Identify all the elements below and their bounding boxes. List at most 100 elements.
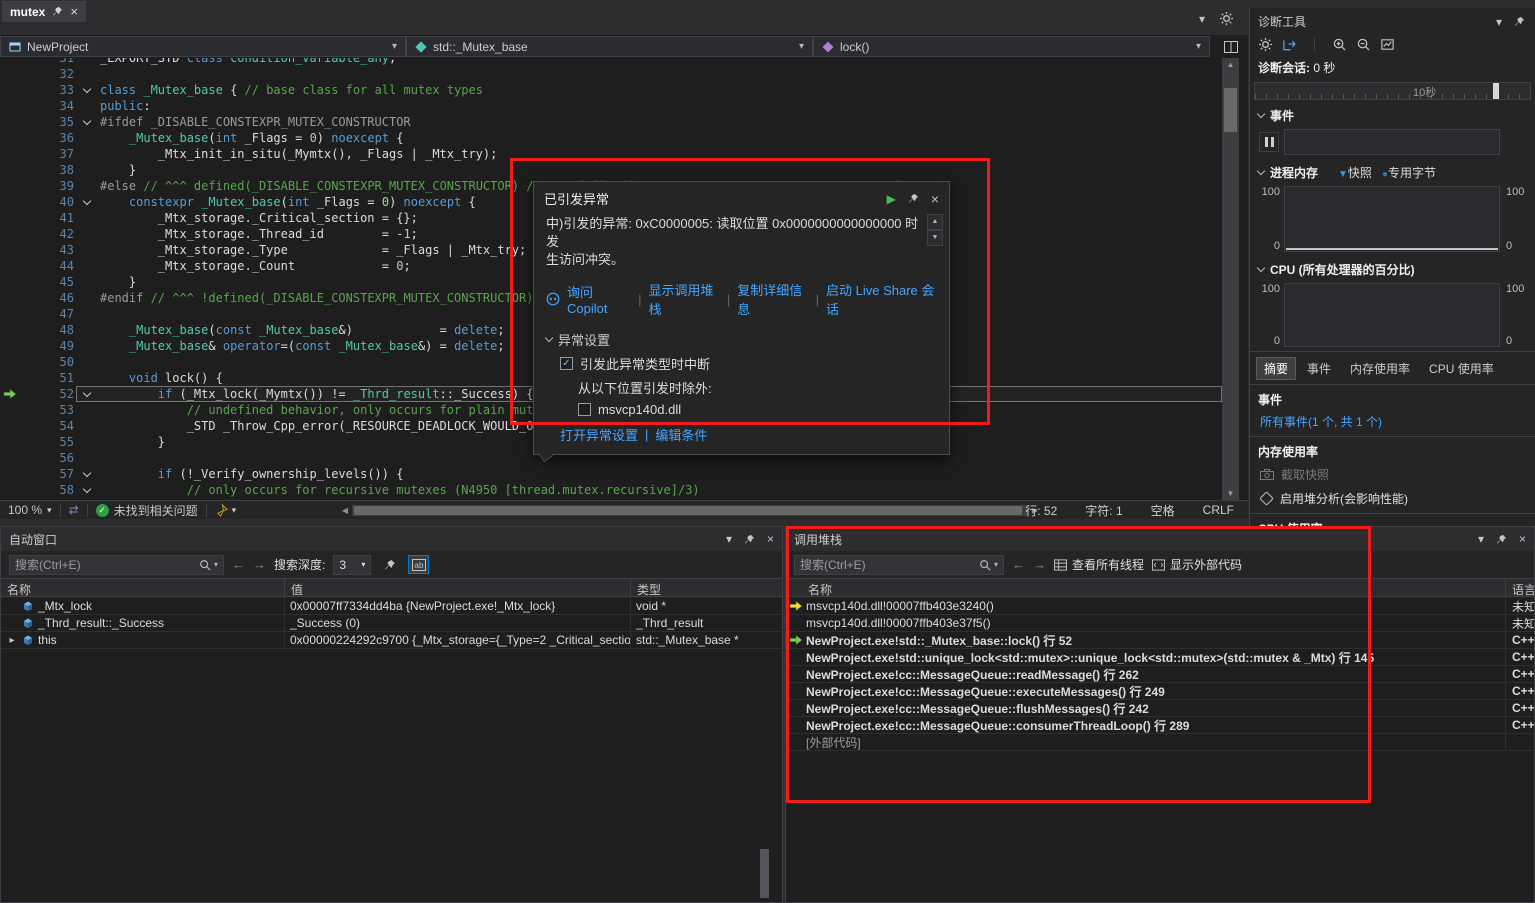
- fold-chevron-icon[interactable]: [82, 468, 92, 478]
- gear-icon[interactable]: [1219, 11, 1234, 26]
- break-on-exception-checkbox[interactable]: ✓: [560, 357, 573, 370]
- table-row[interactable]: _Thrd_result::_Success _Success (0) _Thrd_…: [1, 615, 782, 632]
- cpu-section-header[interactable]: CPU (所有处理器的百分比): [1250, 256, 1535, 281]
- view-all-threads-button[interactable]: 查看所有线程: [1054, 556, 1144, 573]
- column-header-value[interactable]: 值: [285, 579, 631, 596]
- expander-icon[interactable]: ▸: [6, 635, 18, 646]
- member-dropdown[interactable]: lock() ▾: [813, 36, 1210, 57]
- navigate-forward-icon[interactable]: →: [253, 557, 266, 572]
- action-link[interactable]: 启动 Live Share 会话: [826, 280, 937, 318]
- action-link[interactable]: 显示调用堆栈: [649, 280, 720, 318]
- diagnostics-tab-1[interactable]: 事件: [1299, 357, 1339, 380]
- search-input[interactable]: 搜索(Ctrl+E) ▾: [794, 554, 1004, 575]
- close-icon[interactable]: ×: [1519, 532, 1526, 546]
- events-chart[interactable]: [1284, 129, 1500, 155]
- editor-vertical-scrollbar[interactable]: ▲ ▼: [1222, 58, 1239, 500]
- take-snapshot-button[interactable]: 截取快照: [1250, 463, 1535, 487]
- chevron-down-icon[interactable]: ▾: [232, 505, 237, 516]
- cursor-line-indicator[interactable]: 行: 52: [1025, 502, 1057, 519]
- chevron-down-icon[interactable]: ▾: [994, 560, 998, 569]
- stack-frame-row[interactable]: NewProject.exe!std::unique_lock<std::mut…: [786, 649, 1534, 666]
- continue-play-icon[interactable]: ▶: [887, 192, 896, 206]
- chevron-down-icon[interactable]: ▾: [1478, 532, 1484, 546]
- navigate-back-icon[interactable]: ←: [1012, 557, 1025, 572]
- scroll-up-icon[interactable]: ▲: [1222, 60, 1239, 69]
- project-dropdown[interactable]: NewProject ▾: [0, 36, 406, 57]
- search-input[interactable]: 搜索(Ctrl+E) ▾: [9, 554, 224, 575]
- zoom-in-icon[interactable]: [1332, 37, 1347, 52]
- cursor-column-indicator[interactable]: 字符: 1: [1085, 502, 1122, 519]
- stack-frame-row[interactable]: msvcp140d.dll!00007ffb403e3240() 未知: [786, 598, 1534, 615]
- code-line[interactable]: 57 if (!_Verify_ownership_levels()) {: [0, 466, 1222, 482]
- tab-mutex[interactable]: mutex ×: [2, 1, 86, 22]
- column-header-name[interactable]: 名称: [1, 579, 285, 596]
- fold-indicator[interactable]: [76, 386, 100, 402]
- table-row[interactable]: ▸ this 0x00000224292c9700 {_Mtx_storage={_…: [1, 632, 782, 649]
- code-line[interactable]: 36 _Mutex_base(int _Flags = 0) noexcept …: [0, 130, 1222, 146]
- column-header-language[interactable]: 语言: [1506, 579, 1534, 596]
- fold-chevron-icon[interactable]: [82, 196, 92, 206]
- reset-view-icon[interactable]: [1380, 37, 1395, 52]
- code-line[interactable]: 32: [0, 66, 1222, 82]
- spaces-indicator[interactable]: 空格: [1151, 502, 1175, 519]
- search-depth-select[interactable]: 3 ▾: [333, 554, 372, 575]
- code-line[interactable]: 58 // only occurs for recursive mutexes …: [0, 482, 1222, 498]
- zoom-out-icon[interactable]: [1356, 37, 1371, 52]
- code-line[interactable]: 38 }: [0, 162, 1222, 178]
- fold-chevron-icon[interactable]: [82, 116, 92, 126]
- close-icon[interactable]: ×: [931, 192, 939, 206]
- stack-frame-row[interactable]: msvcp140d.dll!00007ffb403e37f5() 未知: [786, 615, 1534, 632]
- stack-frame-row[interactable]: NewProject.exe!std::_Mutex_base::lock() …: [786, 632, 1534, 649]
- chevron-down-icon[interactable]: ▾: [214, 560, 218, 569]
- memory-chart[interactable]: [1284, 186, 1500, 252]
- show-external-code-button[interactable]: 显示外部代码: [1152, 556, 1242, 573]
- type-dropdown[interactable]: std::_Mutex_base ▾: [406, 36, 813, 57]
- code-cleanup-icon[interactable]: [215, 503, 228, 517]
- fold-chevron-icon[interactable]: [82, 388, 92, 398]
- fold-indicator[interactable]: [76, 466, 100, 482]
- scrollbar-thumb[interactable]: [760, 849, 769, 898]
- table-row[interactable]: _Mtx_lock 0x00007ff7334dd4ba {NewProject.…: [1, 598, 782, 615]
- eol-indicator[interactable]: CRLF: [1203, 503, 1234, 517]
- module-exclude-checkbox[interactable]: [578, 403, 591, 416]
- fold-indicator[interactable]: [76, 194, 100, 210]
- stack-frame-row[interactable]: NewProject.exe!cc::MessageQueue::flushMe…: [786, 700, 1534, 717]
- code-line[interactable]: 34 public:: [0, 98, 1222, 114]
- pin-icon[interactable]: [52, 6, 63, 17]
- code-line[interactable]: 33 class _Mutex_base { // base class for …: [0, 82, 1222, 98]
- events-section-header[interactable]: 事件: [1250, 102, 1535, 127]
- timeline-marker[interactable]: [1493, 83, 1499, 99]
- exception-settings-header[interactable]: 异常设置: [534, 322, 949, 351]
- diagnostics-tab-0[interactable]: 摘要: [1256, 357, 1297, 380]
- close-icon[interactable]: ×: [767, 532, 774, 546]
- pin-icon[interactable]: [908, 193, 919, 204]
- code-line[interactable]: 37 _Mtx_init_in_situ(_Mymtx(), _Flags | …: [0, 146, 1222, 162]
- stack-frame-row[interactable]: NewProject.exe!cc::MessageQueue::execute…: [786, 683, 1534, 700]
- stack-frame-row[interactable]: NewProject.exe!cc::MessageQueue::consume…: [786, 717, 1534, 734]
- text-visualizer-icon[interactable]: ab: [408, 555, 430, 574]
- code-line[interactable]: 31 _EXPORT_STD class condition_variable_a…: [0, 58, 1222, 66]
- timeline-ruler[interactable]: 10秒: [1254, 82, 1531, 100]
- chevron-down-icon[interactable]: ▾: [1199, 12, 1205, 26]
- scrollbar-thumb[interactable]: [1224, 88, 1237, 132]
- health-indicator[interactable]: ✓ 未找到相关问题: [95, 502, 198, 519]
- scroll-left-icon[interactable]: ◀: [338, 506, 352, 515]
- scroll-up-icon[interactable]: ▲: [927, 214, 943, 230]
- action-link[interactable]: 打开异常设置: [560, 425, 638, 444]
- memory-section-header[interactable]: 进程内存 ▼快照 ●专用字节: [1250, 159, 1535, 184]
- fold-indicator[interactable]: [76, 114, 100, 130]
- zoom-control[interactable]: 100 % ▾: [8, 503, 52, 517]
- action-link[interactable]: 复制详细信息: [737, 280, 808, 318]
- pin-icon[interactable]: [744, 534, 755, 545]
- pause-icon[interactable]: [1259, 132, 1279, 152]
- close-icon[interactable]: ×: [70, 5, 78, 18]
- editor-horizontal-scrollbar[interactable]: ◀ ▶: [338, 504, 1042, 517]
- fold-chevron-icon[interactable]: [82, 84, 92, 94]
- column-header-name[interactable]: 名称: [786, 579, 1506, 596]
- cpu-chart[interactable]: [1284, 283, 1500, 347]
- action-link[interactable]: 编辑条件: [655, 425, 707, 444]
- split-window-icon[interactable]: [1224, 40, 1238, 53]
- pin-icon[interactable]: [1514, 16, 1525, 27]
- diagnostics-tab-2[interactable]: 内存使用率: [1342, 357, 1418, 380]
- pin-properties-icon[interactable]: [379, 555, 400, 574]
